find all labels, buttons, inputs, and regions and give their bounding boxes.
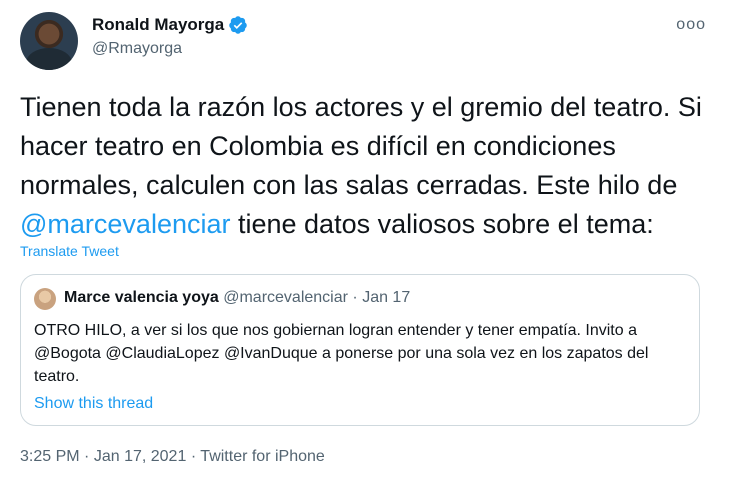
- avatar-shoulders: [26, 48, 72, 70]
- footer-separator: ·: [190, 448, 197, 465]
- quoted-author-handle: @marcevalenciar: [223, 289, 348, 306]
- tweet-time[interactable]: 3:25 PM: [20, 448, 80, 465]
- author-block: Ronald Mayorga @Rmayorga: [92, 15, 248, 58]
- quoted-tweet-card[interactable]: Marce valencia yoya @marcevalenciar · Ja…: [20, 274, 700, 426]
- author-name-row: Ronald Mayorga: [92, 15, 248, 35]
- quoted-date: Jan 17: [362, 289, 411, 306]
- quoted-tweet-text: OTRO HILO, a ver si los que nos gobierna…: [34, 322, 649, 385]
- tweet-footer: 3:25 PM · Jan 17, 2021 · Twitter for iPh…: [20, 448, 325, 466]
- quoted-tweet-header: Marce valencia yoya @marcevalenciar · Ja…: [64, 289, 410, 307]
- mention-link[interactable]: @marcevalenciar: [20, 209, 230, 239]
- tweet-date[interactable]: Jan 17, 2021: [94, 448, 187, 465]
- tweet-text: Tienen toda la razón los actores y el gr…: [20, 88, 720, 244]
- tweet-text-part: tiene datos valiosos sobre el tema:: [230, 209, 654, 239]
- more-options-icon[interactable]: ooo: [676, 16, 706, 34]
- quoted-separator: ·: [352, 289, 358, 306]
- tweet-source[interactable]: Twitter for iPhone: [200, 448, 325, 465]
- show-thread-link[interactable]: Show this thread: [34, 395, 153, 413]
- quoted-author-avatar: [34, 288, 56, 310]
- footer-separator: ·: [84, 448, 90, 465]
- verified-badge-icon: [229, 16, 247, 34]
- tweet-text-part: Tienen toda la razón los actores y el gr…: [20, 92, 702, 200]
- translate-tweet-link[interactable]: Translate Tweet: [20, 243, 119, 259]
- quoted-author-name: Marce valencia yoya: [64, 289, 219, 306]
- author-handle[interactable]: @Rmayorga: [92, 40, 248, 58]
- author-name[interactable]: Ronald Mayorga: [92, 15, 224, 35]
- author-avatar[interactable]: [20, 12, 78, 70]
